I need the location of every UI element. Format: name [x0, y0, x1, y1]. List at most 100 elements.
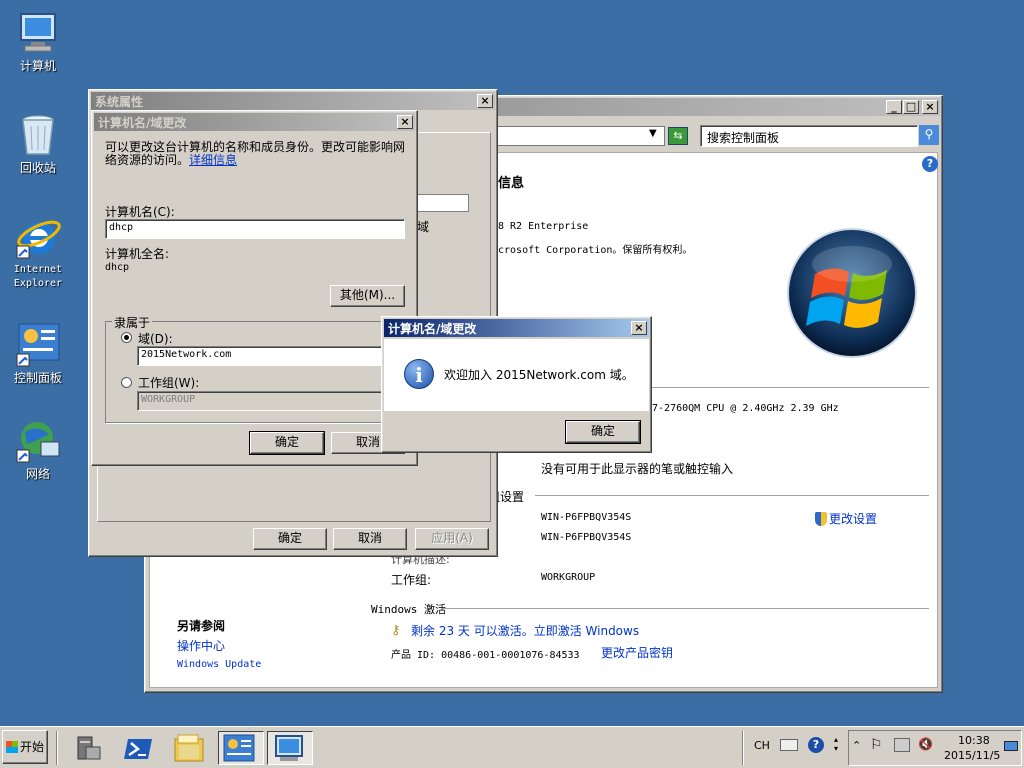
- ok-button[interactable]: 确定: [253, 528, 327, 550]
- cpu-text: i7-2760QM CPU @ 2.40GHz 2.39 GHz: [646, 403, 839, 414]
- window-title: 系统属性: [95, 94, 144, 109]
- workgroup-radio[interactable]: [121, 377, 132, 388]
- welcome-title: 计算机名/域更改: [388, 321, 477, 336]
- desktop-icon-label: Internet Explorer: [13, 264, 63, 289]
- apply-button[interactable]: 应用(A): [415, 528, 489, 550]
- behind-field: [417, 194, 469, 212]
- system-icon: [275, 735, 303, 761]
- server-manager-icon: [77, 736, 101, 760]
- copyright-text: crosoft Corporation。保留所有权利。: [498, 245, 693, 256]
- explorer-button[interactable]: [172, 731, 214, 765]
- desktop-icon-label: 网络: [25, 467, 50, 481]
- change-settings-label: 更改设置: [829, 512, 878, 526]
- change-product-key-link[interactable]: 更改产品密钥: [601, 644, 673, 661]
- close-button[interactable]: ×: [631, 321, 647, 335]
- windows-update-link[interactable]: Windows Update: [177, 659, 261, 670]
- details-link[interactable]: 详细信息: [189, 153, 237, 167]
- pen-touch-text: 没有可用于此显示器的笔或触控输入: [541, 462, 734, 476]
- search-input[interactable]: 搜索控制面板: [700, 125, 918, 147]
- keyboard-icon[interactable]: [780, 739, 798, 751]
- desktop-icon-label: 控制面板: [13, 371, 62, 385]
- desktop-icon-label: 计算机: [19, 59, 56, 73]
- description-body: 可以更改这台计算机的名称和成员身份。更改可能影响网络资源的访问。: [105, 140, 406, 167]
- help-icon[interactable]: ?: [922, 156, 938, 172]
- info-icon: i: [404, 359, 434, 389]
- close-button[interactable]: ×: [397, 115, 413, 129]
- taskbar-separator: [56, 731, 58, 765]
- welcome-dialog: 计算机名/域更改 × i 欢迎加入 2015Network.com 域。 确定: [381, 316, 652, 453]
- language-indicator[interactable]: CH: [754, 739, 770, 752]
- system-taskbar-button[interactable]: [267, 731, 313, 765]
- recycle-bin-icon: [15, 112, 61, 158]
- behind-label: 域: [417, 220, 430, 234]
- divider: [441, 608, 929, 609]
- close-button[interactable]: ×: [477, 94, 493, 108]
- domain-label: 域(D):: [138, 332, 173, 346]
- show-hidden-icons-icon[interactable]: ⌃: [852, 739, 861, 752]
- close-button[interactable]: ×: [922, 100, 938, 114]
- ok-button[interactable]: 确定: [565, 420, 641, 444]
- help-icon[interactable]: ?: [808, 737, 824, 753]
- desktop-icon-recycle-bin[interactable]: 回收站: [0, 112, 76, 175]
- welcome-titlebar: 计算机名/域更改: [384, 319, 649, 337]
- member-of-label: 隶属于: [112, 314, 153, 331]
- volume-muted-icon[interactable]: 🔇: [918, 737, 933, 751]
- network-icon: [15, 418, 61, 464]
- desktop-icon-control-panel[interactable]: 控制面板: [0, 322, 76, 385]
- ok-button[interactable]: 确定: [249, 431, 325, 455]
- tray-separator: [742, 731, 744, 765]
- workgroup-label: 工作组(W):: [138, 376, 200, 390]
- more-button[interactable]: 其他(M)...: [330, 285, 405, 307]
- dropdown-arrow-icon[interactable]: ▼: [649, 128, 657, 139]
- folder-icon: [174, 734, 204, 762]
- powershell-button[interactable]: [122, 731, 164, 765]
- control-panel-icon: [223, 734, 255, 762]
- taskbar: 开始 CH ? ▴ ▾ ⌃ ⚐ 🔇 10:38 2015/11/5: [0, 726, 1024, 768]
- key-icon: ⚷: [391, 622, 401, 638]
- address-bar[interactable]: [495, 126, 665, 146]
- desktop-icon-computer[interactable]: 计算机: [0, 10, 76, 73]
- server-manager-button[interactable]: [70, 731, 112, 765]
- maximize-button[interactable]: □: [903, 100, 919, 114]
- action-center-flag-icon[interactable]: ⚐: [870, 737, 883, 753]
- shield-icon: [815, 511, 827, 526]
- windows-flag-icon: [5, 741, 18, 753]
- domain-radio[interactable]: [121, 332, 132, 343]
- change-settings-link[interactable]: 更改设置: [815, 510, 877, 527]
- start-button[interactable]: 开始: [2, 730, 48, 764]
- action-center-link[interactable]: 操作中心: [177, 637, 225, 654]
- computer-name-input[interactable]: dhcp: [105, 219, 405, 239]
- network-tray-icon[interactable]: [894, 738, 910, 752]
- cancel-button[interactable]: 取消: [333, 528, 407, 550]
- description-text: 可以更改这台计算机的名称和成员身份。更改可能影响网络资源的访问。详细信息: [105, 141, 410, 167]
- windows-logo: [785, 226, 919, 363]
- show-desktop-button[interactable]: [1004, 741, 1018, 751]
- clock-time[interactable]: 10:38: [958, 734, 990, 747]
- control-panel-taskbar-button[interactable]: [218, 731, 264, 765]
- product-id: 产品 ID: 00486-001-0001076-84533: [391, 650, 580, 661]
- clock-date[interactable]: 2015/11/5: [944, 749, 1000, 762]
- computer-name-dialog: 计算机名/域更改 × 可以更改这台计算机的名称和成员身份。更改可能影响网络资源的…: [91, 110, 418, 466]
- workgroup-value: WORKGROUP: [541, 572, 596, 583]
- desktop-icon-ie[interactable]: Internet Explorer: [0, 214, 76, 291]
- minimize-button[interactable]: _: [886, 100, 902, 114]
- dialog-titlebar: 计算机名/域更改: [94, 113, 415, 131]
- refresh-icon[interactable]: ⇆: [668, 127, 688, 145]
- full-name-label: 计算机全名:: [105, 247, 170, 261]
- search-icon[interactable]: ⚲: [919, 125, 939, 145]
- desktop-icon-network[interactable]: 网络: [0, 418, 76, 481]
- domain-input[interactable]: 2015Network.com: [137, 346, 385, 366]
- system-properties-titlebar: 系统属性: [91, 92, 495, 110]
- edition-text: 8 R2 Enterprise: [498, 221, 589, 232]
- activation-link: 剩余 23 天 可以激活。立即激活 Windows: [411, 624, 640, 638]
- divider: [535, 495, 929, 496]
- activation-row[interactable]: ⚷ 剩余 23 天 可以激活。立即激活 Windows: [391, 622, 639, 639]
- computer-icon: [15, 10, 61, 56]
- full-name-value: WIN-P6FPBQV354S: [541, 532, 632, 543]
- activation-title: Windows 激活: [371, 603, 446, 616]
- computer-name-value: WIN-P6FPBQV354S: [541, 512, 632, 523]
- internet-explorer-icon: [15, 214, 61, 260]
- workgroup-label: 工作组:: [391, 573, 432, 587]
- options-chevron-icon[interactable]: ▴ ▾: [834, 735, 838, 753]
- dialog-title: 计算机名/域更改: [98, 115, 187, 130]
